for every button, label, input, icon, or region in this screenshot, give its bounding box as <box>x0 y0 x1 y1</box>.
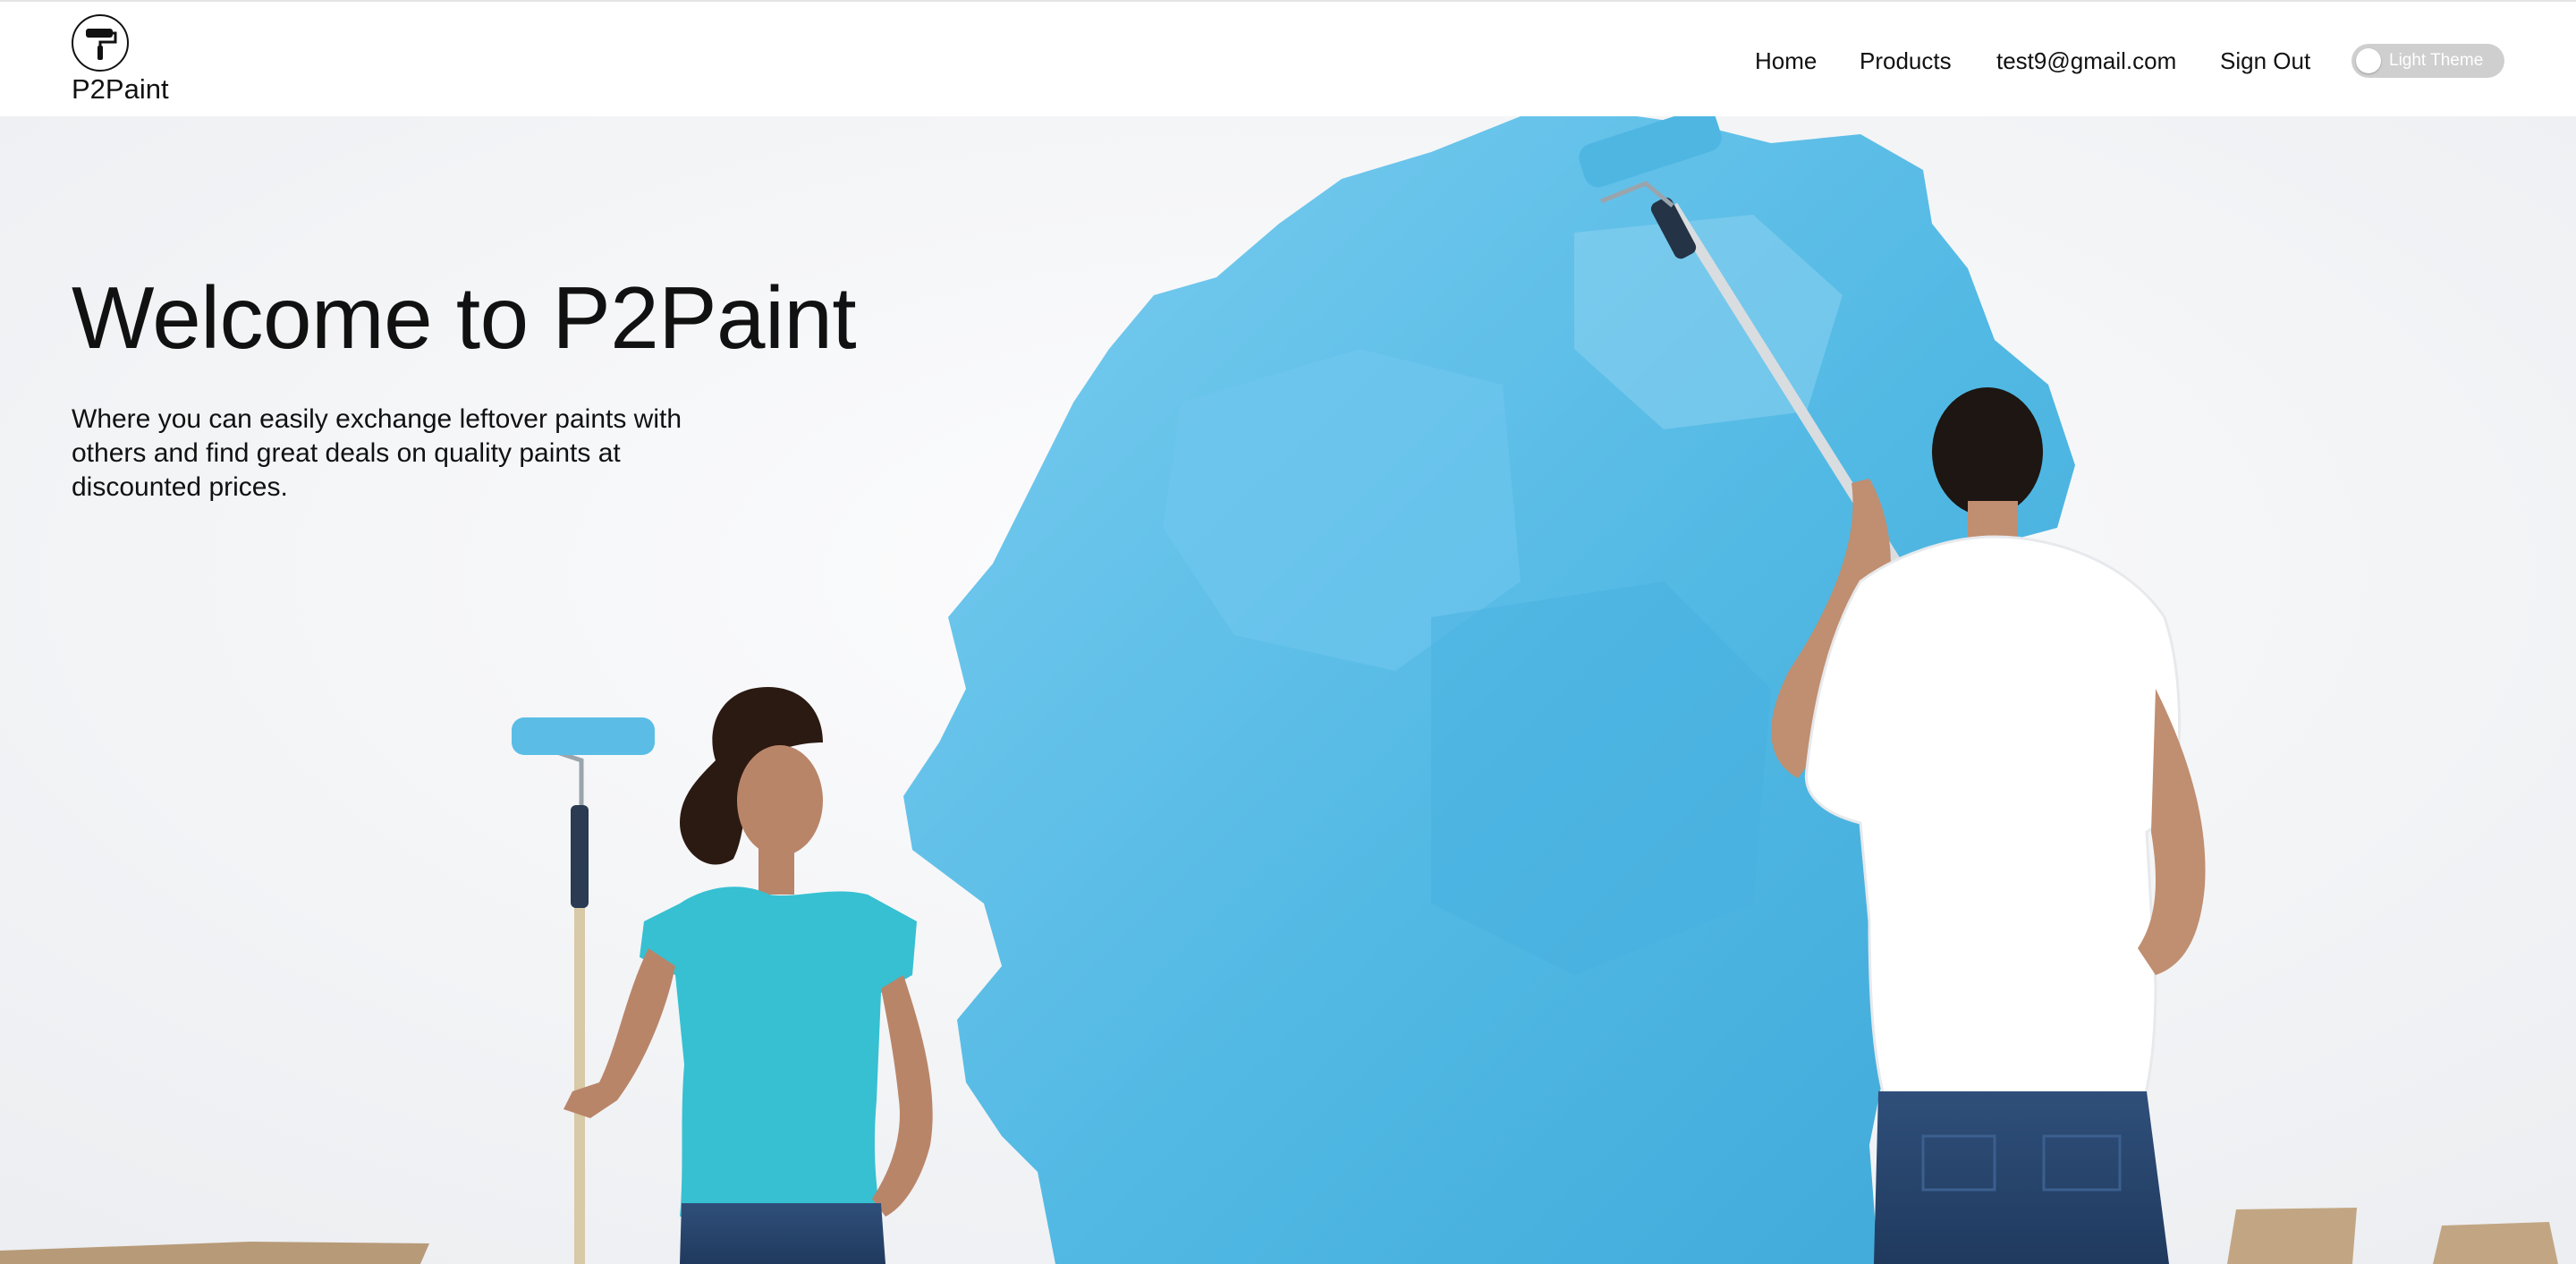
navbar: P2Paint Home Products test9@gmail.com Si… <box>0 0 2576 116</box>
nav-products-link[interactable]: Products <box>1860 47 1952 74</box>
brand-name: P2Paint <box>72 73 169 105</box>
hero-subtitle: Where you can easily exchange leftover p… <box>72 404 682 502</box>
theme-toggle-label: Light Theme <box>2389 51 2484 70</box>
toggle-knob <box>2356 48 2381 73</box>
nav-user-email[interactable]: test9@gmail.com <box>1996 47 2176 74</box>
hero-section: Welcome to P2Paint Where you can easily … <box>0 116 2576 1264</box>
nav-sign-out-link[interactable]: Sign Out <box>2220 47 2310 74</box>
nav-home-link[interactable]: Home <box>1755 47 1817 74</box>
brand-home-link[interactable]: P2Paint <box>72 14 206 113</box>
hero-title: Welcome to P2Paint <box>72 268 857 367</box>
theme-toggle[interactable]: Light Theme <box>2351 44 2504 78</box>
page: P2Paint Home Products test9@gmail.com Si… <box>0 0 2576 1264</box>
paint-roller-icon <box>72 14 129 72</box>
